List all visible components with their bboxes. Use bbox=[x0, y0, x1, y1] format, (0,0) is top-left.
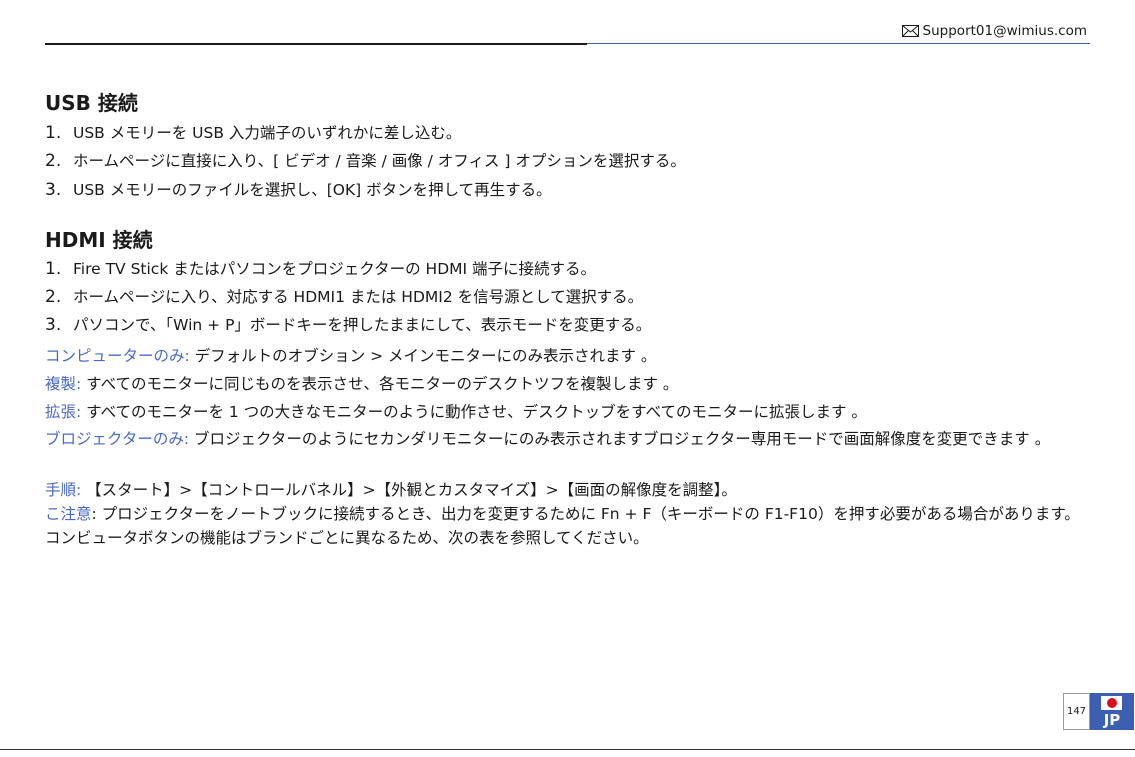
usb-heading: USB 接続 bbox=[45, 91, 138, 115]
hdmi-step-1: 1. Fire TV Stick またはパソコンをプロジェクターの HDMI 端子… bbox=[45, 257, 596, 279]
note-label: コンピューターのみ: bbox=[45, 347, 190, 365]
step-text: Fire TV Stick またはパソコンをプロジェクターの HDMI 端子に接… bbox=[73, 260, 597, 278]
step-number: 1. bbox=[45, 259, 62, 279]
note-label: 複製: bbox=[45, 375, 82, 393]
note-text: 【スタート】>【コントロールバネル】>【外観とカスタマイズ】>【画面の解像度を調… bbox=[81, 481, 737, 499]
page-number: 147 bbox=[1063, 693, 1090, 730]
note-label: ブロジェクターのみ: bbox=[45, 430, 190, 448]
step-text: USB メモリーのファイルを選択し、[OK] ボタンを押して再生する。 bbox=[73, 181, 552, 199]
note-text: デフォルトのオブション > メインモニターにのみ表示されます 。 bbox=[189, 347, 657, 365]
note-procedure: 手順: 【スタート】>【コントロールバネル】>【外観とカスタマイズ】>【画面の解… bbox=[45, 478, 737, 500]
note-label: 手順: bbox=[45, 481, 82, 499]
note-text: ブロジェクターのようにセカンダリモニターにのみ表示されますブロジェクター専用モー… bbox=[189, 430, 1051, 448]
header-rule-accent bbox=[587, 43, 1090, 44]
step-number: 2. bbox=[45, 151, 62, 171]
note-computer-only: コンピューターのみ: デフォルトのオブション > メインモニターにのみ表示されま… bbox=[45, 344, 656, 366]
language-code: JP bbox=[1103, 711, 1121, 729]
footer-rule bbox=[0, 749, 1135, 750]
step-number: 3. bbox=[45, 315, 62, 335]
usb-step-3: 3. USB メモリーのファイルを選択し、[OK] ボタンを押して再生する。 bbox=[45, 178, 552, 200]
envelope-icon bbox=[901, 25, 919, 37]
step-text: USB メモリーを USB 入力端子のいずれかに差し込む。 bbox=[73, 124, 462, 142]
note-extend: 拡張: すべてのモニターを 1 つの大きなモニターのように動作させ、デスクトッブ… bbox=[45, 400, 867, 422]
step-number: 1. bbox=[45, 123, 62, 143]
note-caution: こ注意: プロジェクターをノートブックに接続するとき、出力を変更するために Fn… bbox=[45, 502, 1095, 550]
note-text: すべてのモニターを 1 つの大きなモニターのように動作させ、デスクトッブをすべて… bbox=[81, 403, 867, 421]
note-projector-only: ブロジェクターのみ: ブロジェクターのようにセカンダリモニターにのみ表示されます… bbox=[45, 427, 1095, 451]
note-text: すべてのモニターに同じものを表示させ、各モニターのデスクトツフを複製します 。 bbox=[81, 375, 679, 393]
note-text: : プロジェクターをノートブックに接続するとき、出力を変更するために Fn + … bbox=[45, 505, 1080, 547]
usb-step-2: 2. ホームページに直接に入り、[ ビデオ / 音楽 / 画像 / オフィス ] … bbox=[45, 149, 686, 171]
hdmi-step-3: 3. パソコンで、「Win + P」ボードキーを押したままにして、表示モードを変更… bbox=[45, 313, 651, 335]
step-text: ホームページに直接に入り、[ ビデオ / 音楽 / 画像 / オフィス ] オプ… bbox=[73, 152, 686, 170]
note-label: 拡張: bbox=[45, 403, 82, 421]
flag-sun bbox=[1106, 697, 1117, 708]
note-duplicate: 複製: すべてのモニターに同じものを表示させ、各モニターのデスクトツフを複製しま… bbox=[45, 372, 678, 394]
step-number: 3. bbox=[45, 180, 62, 200]
hdmi-heading: HDMI 接続 bbox=[45, 228, 153, 252]
support-contact: Support01@wimius.com bbox=[901, 23, 1087, 39]
step-text: パソコンで、「Win + P」ボードキーを押したままにして、表示モードを変更する… bbox=[73, 316, 652, 334]
step-text: ホームページに入り、対応する HDMI1 または HDMI2 を信号源として選択… bbox=[73, 288, 644, 306]
hdmi-step-2: 2. ホームページに入り、対応する HDMI1 または HDMI2 を信号源として… bbox=[45, 285, 643, 307]
support-email[interactable]: Support01@wimius.com bbox=[923, 23, 1087, 39]
note-label: こ注意 bbox=[45, 505, 92, 523]
usb-step-1: 1. USB メモリーを USB 入力端子のいずれかに差し込む。 bbox=[45, 121, 461, 143]
header-rule bbox=[45, 43, 587, 45]
step-number: 2. bbox=[45, 287, 62, 307]
